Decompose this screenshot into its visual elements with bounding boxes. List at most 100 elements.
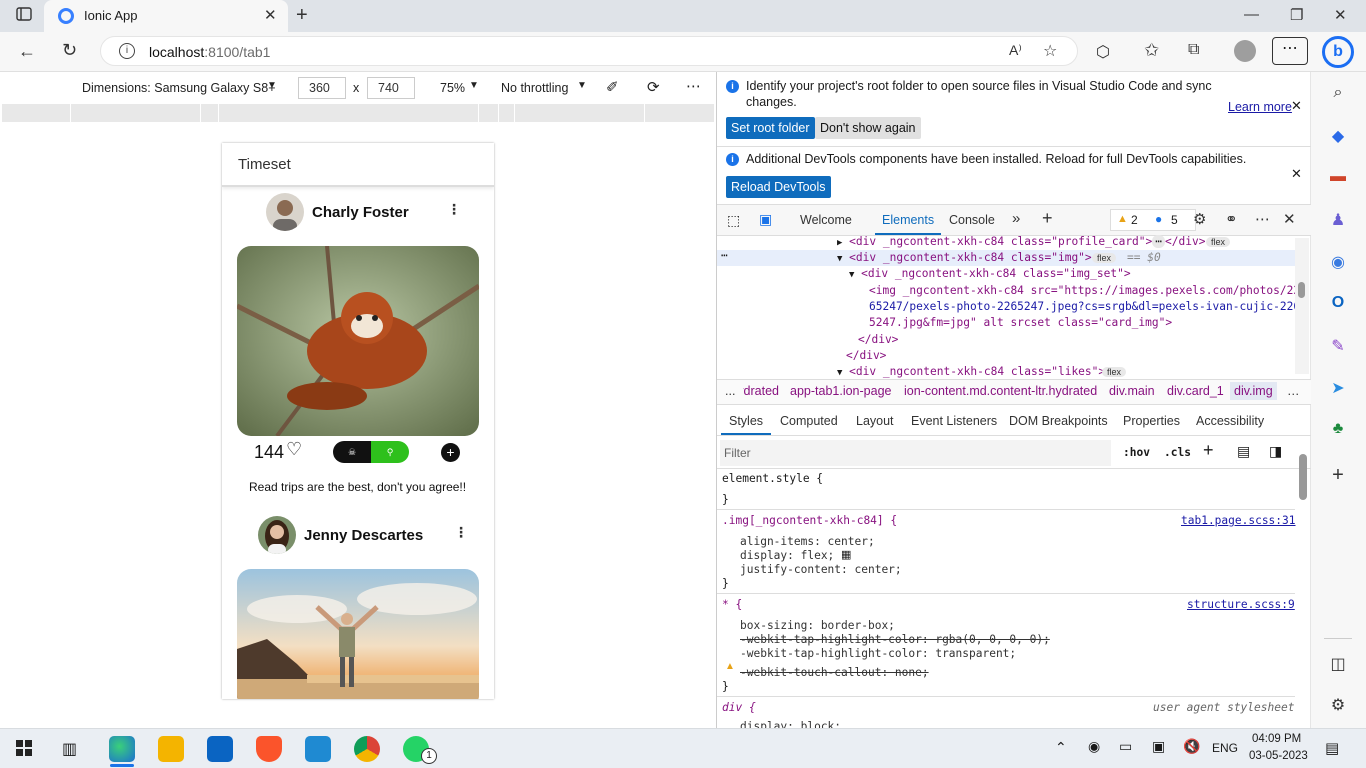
volume-muted-icon[interactable]: 🔇 [1183, 738, 1200, 755]
avatar[interactable] [258, 516, 296, 554]
designer-icon[interactable]: ✎ [1326, 336, 1350, 356]
css-declaration[interactable]: display: block; [740, 720, 841, 728]
notifications-icon[interactable]: ▤ [1325, 739, 1339, 757]
close-window-icon[interactable]: ✕ [1334, 6, 1347, 24]
battery-icon[interactable]: ▭ [1119, 738, 1132, 755]
learn-more-link[interactable]: Learn more [1228, 100, 1292, 114]
tree-icon[interactable]: ♣ [1326, 420, 1350, 438]
css-declaration[interactable]: align-items: center; [740, 535, 875, 548]
heart-icon[interactable]: ♡ [286, 439, 302, 460]
mail-icon[interactable] [207, 736, 233, 762]
breadcrumb-more-icon[interactable]: … [1287, 384, 1300, 398]
css-declaration-invalid[interactable]: -webkit-touch-callout: none; [740, 666, 929, 679]
tab-styles[interactable]: Styles [729, 414, 763, 428]
styles-filter-input[interactable]: Filter [720, 440, 1111, 466]
minimize-icon[interactable]: — [1244, 6, 1259, 23]
location-pin-icon[interactable]: ⚲ [371, 441, 409, 463]
games-icon[interactable]: ♟ [1326, 210, 1350, 230]
reload-devtools-button[interactable]: Reload DevTools [726, 176, 831, 198]
sidebar-settings-gear-icon[interactable]: ⚙ [1326, 695, 1350, 715]
breadcrumb-more[interactable]: ... [725, 384, 735, 398]
dom-node-profile-card[interactable]: ▶ <div _ngcontent-xkh-c84 class="profile… [837, 235, 1205, 248]
new-style-rule-icon[interactable]: + [1203, 440, 1214, 461]
flex-badge[interactable]: flex [1092, 253, 1117, 263]
rotate-device-icon[interactable]: ⟳ [647, 78, 660, 96]
add-tab-icon[interactable]: + [1042, 208, 1053, 229]
throttling-select[interactable]: No throttling [501, 81, 568, 95]
site-info-icon[interactable]: i [119, 43, 135, 59]
close-banner-icon[interactable]: ✕ [1291, 166, 1302, 182]
hide-sidebar-icon[interactable]: ◫ [1326, 654, 1350, 674]
issues-counter[interactable]: ▲ 2 ● 5 [1110, 209, 1196, 231]
profile-avatar[interactable] [1234, 40, 1256, 62]
tab-welcome[interactable]: Welcome [800, 213, 852, 227]
flexbox-editor-icon[interactable]: ▦ [841, 548, 851, 561]
tools-briefcase-icon[interactable]: ▬ [1326, 168, 1350, 186]
brave-browser-icon[interactable] [256, 736, 282, 762]
breadcrumb-item[interactable]: app-tab1.ion-page [790, 384, 891, 398]
height-input[interactable]: 740 [367, 77, 415, 99]
css-declaration[interactable]: box-sizing: border-box; [740, 619, 895, 632]
cls-toggle[interactable]: .cls [1164, 446, 1191, 459]
outlook-icon[interactable]: O [1326, 294, 1350, 312]
network-icon[interactable]: ▣ [1152, 738, 1165, 755]
connect-icon[interactable]: ⚭ [1225, 210, 1238, 228]
css-declaration[interactable]: display: flex; [740, 549, 834, 562]
task-view-icon[interactable]: ▥ [62, 739, 77, 759]
browser-tab[interactable]: Ionic App ✕ [44, 0, 288, 32]
refresh-icon[interactable]: ↻ [62, 40, 77, 61]
breadcrumb-item[interactable]: ion-content.md.content-ltr.hydrated [904, 384, 1097, 398]
address-bar[interactable]: i localhost:8100/tab1 A⁾ ☆ [100, 36, 1078, 66]
vscode-icon[interactable] [305, 736, 331, 762]
node-actions-icon[interactable]: ⋯ [721, 249, 728, 262]
chrome-icon[interactable] [354, 736, 380, 762]
skull-icon[interactable]: ☠ [333, 441, 371, 463]
device-emulation-icon[interactable]: ▣ [759, 211, 772, 228]
more-options-icon[interactable]: ⋯ [1255, 210, 1270, 228]
tab-console[interactable]: Console [949, 213, 995, 227]
inspect-element-icon[interactable]: ⬚ [727, 212, 740, 229]
send-icon[interactable]: ➤ [1326, 378, 1350, 398]
settings-more-button[interactable]: ⋯ [1272, 37, 1308, 65]
close-devtools-icon[interactable]: ✕ [1283, 210, 1296, 228]
dom-node-img-attrs[interactable]: 5247.jpg&fm=jpg" alt srcset class="card_… [869, 316, 1172, 329]
breadcrumb-item-selected[interactable]: div.img [1230, 382, 1277, 400]
tab-actions-icon[interactable] [16, 6, 32, 27]
rendering-emulation-icon[interactable]: ▤ [1237, 443, 1250, 460]
dom-node-img[interactable]: ▼ <div _ngcontent-xkh-c84 class="img"> [837, 251, 1092, 264]
bing-chat-icon[interactable]: b [1322, 36, 1354, 68]
flex-badge[interactable]: flex [1206, 237, 1231, 247]
add-sidebar-icon[interactable]: + [1326, 464, 1350, 487]
shopping-tag-icon[interactable]: ◆ [1326, 126, 1350, 146]
tab-dom-breakpoints[interactable]: DOM Breakpoints [1009, 414, 1108, 428]
css-declaration[interactable]: -webkit-tap-highlight-color: transparent… [740, 647, 1016, 660]
tab-properties[interactable]: Properties [1123, 414, 1180, 428]
favorite-star-icon[interactable]: ☆ [1043, 41, 1057, 61]
search-icon[interactable]: ⌕ [1326, 84, 1350, 102]
flex-badge[interactable]: flex [1102, 367, 1127, 377]
width-input[interactable]: 360 [298, 77, 346, 99]
dom-node-img-src[interactable]: 65247/pexels-photo-2265247.jpeg?cs=srgb&… [869, 300, 1300, 313]
dom-node-likes[interactable]: ▼ <div _ngcontent-xkh-c84 class="likes"> [837, 365, 1105, 378]
settings-gear-icon[interactable]: ⚙ [1193, 210, 1206, 228]
close-tab-icon[interactable]: ✕ [264, 6, 277, 24]
language-indicator[interactable]: ENG [1212, 741, 1238, 755]
css-declaration-overridden[interactable]: -webkit-tap-highlight-color: rgba(0, 0, … [740, 633, 1050, 646]
sensor-pen-icon[interactable]: ✐ [606, 78, 619, 96]
tab-elements[interactable]: Elements [882, 213, 934, 227]
tab-accessibility[interactable]: Accessibility [1196, 414, 1264, 428]
dom-node-img-set[interactable]: ▼ <div _ngcontent-xkh-c84 class="img_set… [849, 267, 1131, 280]
more-tabs-icon[interactable]: » [1012, 210, 1020, 227]
favorites-icon[interactable]: ✩ [1144, 40, 1159, 61]
dom-scrollbar[interactable] [1295, 238, 1309, 374]
media-query-ruler[interactable] [2, 104, 714, 122]
element-style-selector[interactable]: element.style { [722, 472, 823, 485]
extensions-icon[interactable]: ⬡ [1096, 42, 1110, 62]
avatar[interactable] [266, 193, 304, 231]
breadcrumb-item[interactable]: div.main [1109, 384, 1155, 398]
file-explorer-icon[interactable] [158, 736, 184, 762]
rule-source-link[interactable]: structure.scss:9 [1187, 598, 1295, 611]
styles-scrollbar[interactable] [1297, 438, 1309, 722]
toggle-sidebar-icon[interactable]: ◨ [1269, 443, 1282, 460]
tab-layout[interactable]: Layout [856, 414, 894, 428]
